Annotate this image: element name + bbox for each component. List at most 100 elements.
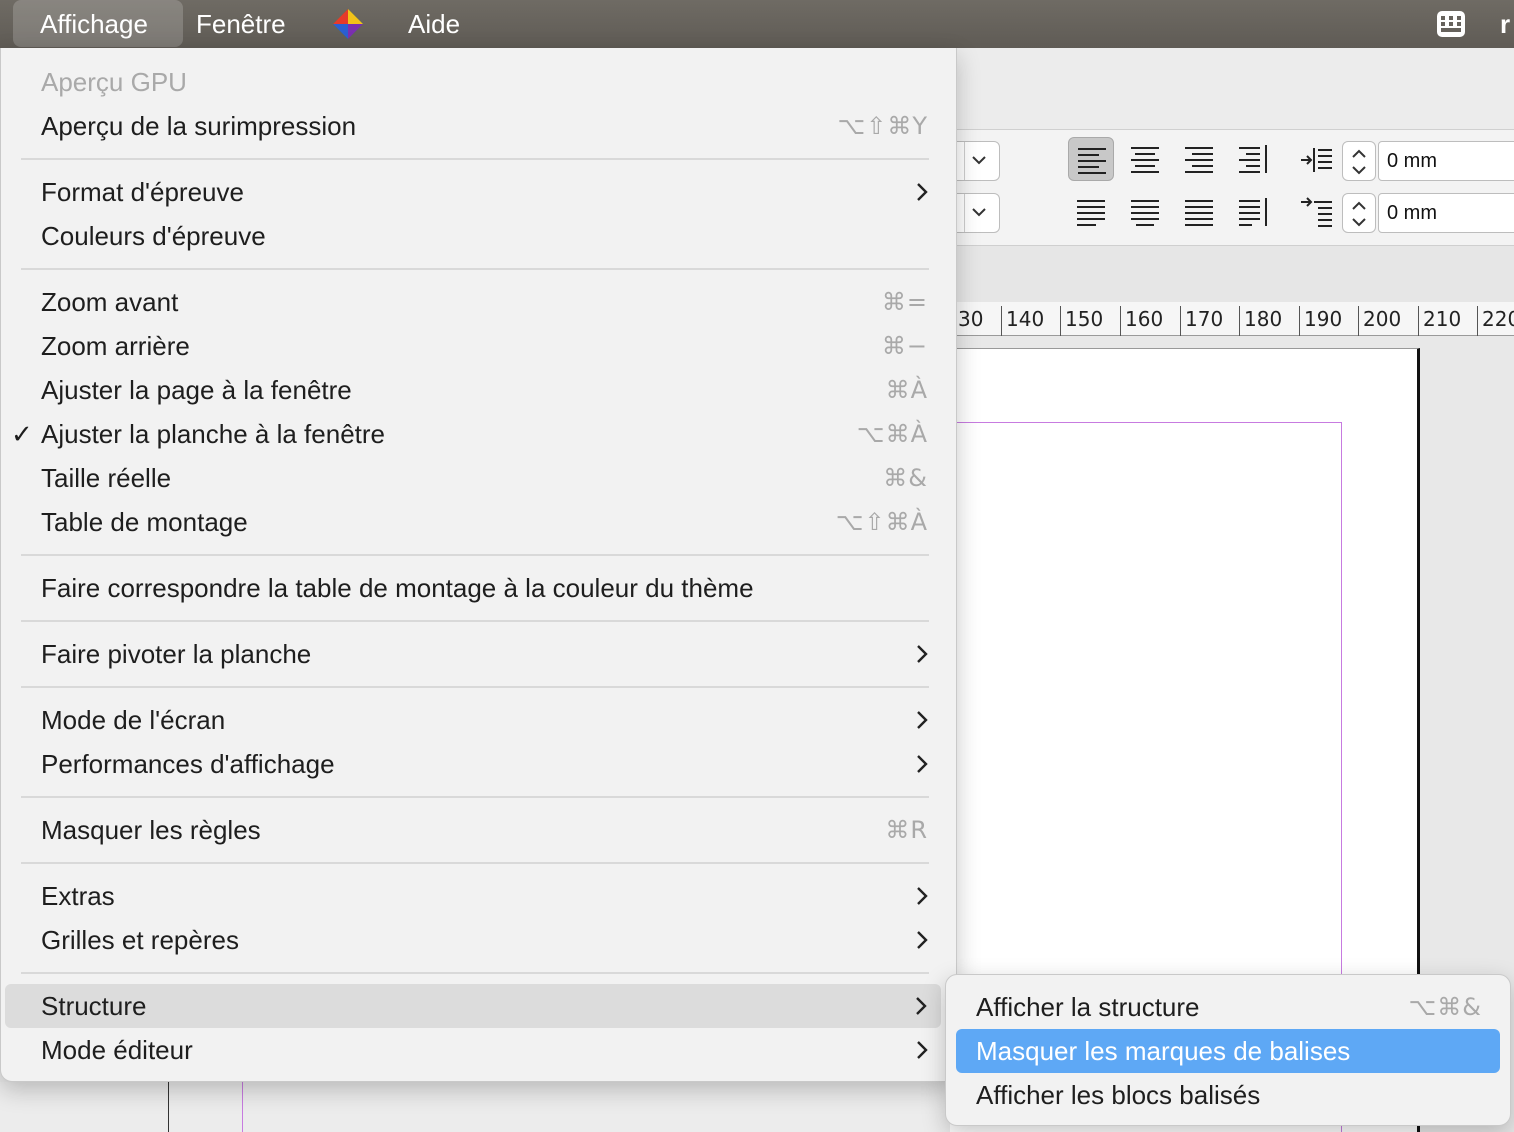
menu-item-label: Performances d'affichage [41, 749, 335, 779]
menu-aide[interactable]: Aide [408, 0, 460, 48]
submenu-item-label: Masquer les marques de balises [976, 1036, 1351, 1066]
align-towards-spine-button[interactable] [1230, 137, 1276, 181]
menu-item-format-epreuve[interactable]: Format d'épreuve [1, 170, 956, 214]
justify-all-icon [1185, 200, 1213, 226]
menu-bar: Affichage Fenêtre Aide r [0, 0, 1514, 48]
menu-item-shortcut: ⌥⇧⌘Y [837, 112, 928, 140]
submenu-item-label: Afficher les blocs balisés [976, 1080, 1261, 1110]
chevron-right-icon [916, 997, 927, 1015]
menu-item-masquer-regles[interactable]: Masquer les règles ⌘R [1, 808, 956, 852]
chevron-right-icon [917, 931, 928, 949]
menu-item-mode-editeur[interactable]: Mode éditeur [1, 1028, 956, 1072]
left-indent-icon [1301, 148, 1332, 172]
menu-item-mode-ecran[interactable]: Mode de l'écran [1, 698, 956, 742]
menu-item-table-montage[interactable]: Table de montage ⌥⇧⌘À [1, 500, 956, 544]
first-line-indent-input[interactable]: 0 mm [1378, 193, 1514, 233]
first-line-indent-stepper[interactable] [1342, 193, 1376, 233]
menu-item-performances[interactable]: Performances d'affichage [1, 742, 956, 786]
menu-item-label: Table de montage [41, 507, 248, 537]
menu-item-shortcut: ⌘− [881, 332, 928, 360]
align-right-button[interactable] [1176, 137, 1222, 181]
chevron-down-icon [972, 208, 986, 217]
app-logo-icon[interactable] [332, 8, 364, 40]
submenu-item-shortcut: ⌥⌘& [1408, 993, 1482, 1021]
horizontal-ruler[interactable]: 30 140 150 160 170 180 190 200 210 220 [950, 302, 1514, 336]
align-center-icon [1131, 147, 1159, 173]
checkmark-icon: ✓ [11, 419, 33, 449]
ruler-label: 160 [1125, 307, 1164, 331]
justify-center-button[interactable] [1122, 190, 1168, 234]
menu-item-label: Faire pivoter la planche [41, 639, 312, 669]
paragraph-control-panel: 0 mm 0 mm [932, 130, 1514, 246]
chevron-right-icon [917, 755, 928, 773]
menu-separator [21, 268, 929, 270]
ruler-tick [1418, 306, 1419, 336]
ruler-tick [1358, 306, 1359, 336]
align-spine-icon [1239, 145, 1267, 173]
menu-item-label: Ajuster la planche à la fenêtre [41, 419, 385, 449]
menu-item-couleur-theme[interactable]: Faire correspondre la table de montage à… [1, 566, 956, 610]
left-indent-input[interactable]: 0 mm [1378, 141, 1514, 181]
menu-item-couleurs-epreuve[interactable]: Couleurs d'épreuve [1, 214, 956, 258]
ruler-tick [1060, 306, 1061, 336]
menu-item-shortcut: ⌘À [885, 376, 928, 404]
justify-away-spine-button[interactable] [1230, 190, 1276, 234]
menu-item-taille-reelle[interactable]: Taille réelle ⌘& [1, 456, 956, 500]
margin-guide-left [242, 1082, 243, 1132]
menu-fenetre[interactable]: Fenêtre [196, 0, 286, 48]
chevron-right-icon [917, 711, 928, 729]
chevron-right-icon [917, 887, 928, 905]
menu-item-shortcut: ⌘= [881, 288, 928, 316]
submenu-item-masquer-marques-balises[interactable]: Masquer les marques de balises [956, 1029, 1500, 1073]
menu-bar-cut-item[interactable]: r [1500, 0, 1510, 48]
menu-item-label: Aperçu de la surimpression [41, 111, 357, 141]
structure-submenu: Afficher la structure ⌥⌘& Masquer les ma… [945, 974, 1511, 1126]
ruler-label: 140 [1006, 307, 1045, 331]
ruler-tick [1477, 306, 1478, 336]
menu-item-label: Couleurs d'épreuve [41, 221, 266, 251]
menu-item-apercu-surimpression[interactable]: Aperçu de la surimpression ⌥⇧⌘Y [1, 104, 956, 148]
submenu-item-afficher-structure[interactable]: Afficher la structure ⌥⌘& [956, 985, 1500, 1029]
align-right-icon [1185, 147, 1213, 173]
menu-item-structure[interactable]: Structure [5, 984, 941, 1028]
justify-left-button[interactable] [1068, 190, 1114, 234]
menu-item-label: Grilles et repères [41, 925, 239, 955]
menu-item-extras[interactable]: Extras [1, 874, 956, 918]
left-indent-stepper[interactable] [1342, 141, 1376, 181]
input-menu-icon[interactable] [1434, 8, 1468, 40]
pasteboard-left[interactable] [0, 1082, 950, 1132]
menu-separator [21, 862, 929, 864]
menu-item-label: Masquer les règles [41, 815, 261, 845]
ruler-tick [1180, 306, 1181, 336]
menu-item-shortcut: ⌘R [885, 816, 928, 844]
menu-separator [21, 796, 929, 798]
chevron-right-icon [917, 645, 928, 663]
align-center-button[interactable] [1122, 137, 1168, 181]
ruler-label: 180 [1244, 307, 1283, 331]
align-left-button[interactable] [1068, 137, 1114, 181]
menu-separator [21, 620, 929, 622]
ruler-label: 190 [1304, 307, 1343, 331]
menu-item-zoom-arriere[interactable]: Zoom arrière ⌘− [1, 324, 956, 368]
submenu-item-afficher-blocs-balises[interactable]: Afficher les blocs balisés [956, 1073, 1500, 1117]
align-left-icon [1078, 148, 1106, 174]
affichage-menu: Aperçu GPU Aperçu de la surimpression ⌥⇧… [0, 48, 957, 1082]
menu-item-ajuster-planche[interactable]: ✓ Ajuster la planche à la fenêtre ⌥⌘À [1, 412, 956, 456]
menu-item-label: Taille réelle [41, 463, 172, 493]
menu-item-ajuster-page[interactable]: Ajuster la page à la fenêtre ⌘À [1, 368, 956, 412]
page-edge-line [168, 1082, 169, 1132]
menu-item-label: Zoom avant [41, 287, 179, 317]
menu-item-faire-pivoter[interactable]: Faire pivoter la planche [1, 632, 956, 676]
ruler-tick [1299, 306, 1300, 336]
menu-item-label: Extras [41, 881, 115, 911]
menu-separator [21, 158, 929, 160]
justify-center-icon [1131, 200, 1159, 226]
ruler-label: 150 [1065, 307, 1104, 331]
menu-affichage[interactable]: Affichage [40, 0, 148, 48]
menu-item-label: Faire correspondre la table de montage à… [41, 573, 754, 603]
menu-item-zoom-avant[interactable]: Zoom avant ⌘= [1, 280, 956, 324]
justify-all-button[interactable] [1176, 190, 1222, 234]
menu-item-grilles-reperes[interactable]: Grilles et repères [1, 918, 956, 962]
ruler-label: 210 [1423, 307, 1462, 331]
ruler-tick [1239, 306, 1240, 336]
